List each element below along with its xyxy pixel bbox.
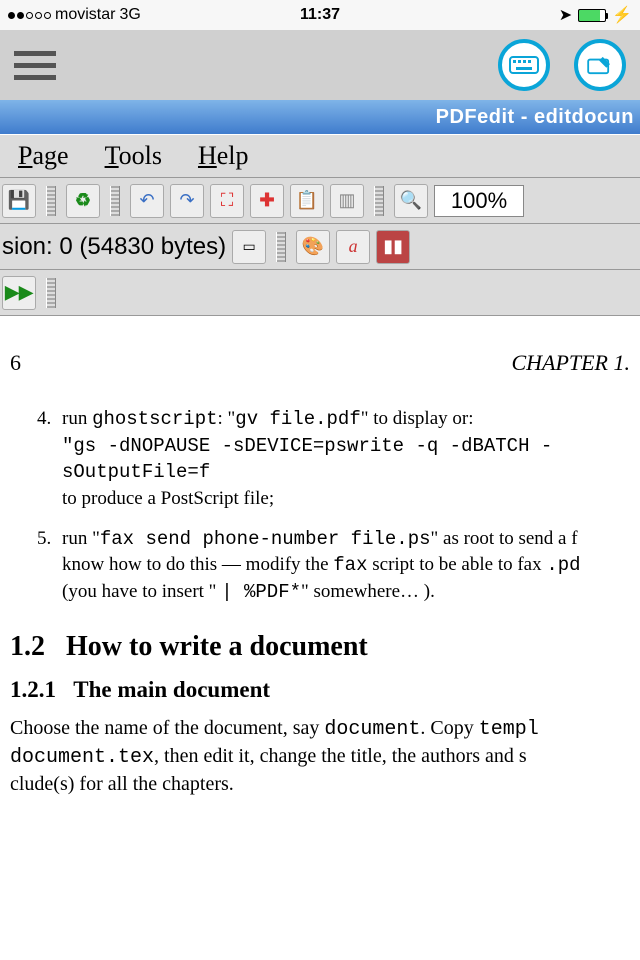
charging-icon: ⚡ [612,5,632,25]
toolbar-grip [110,186,120,216]
zoom-field[interactable]: 100% [434,185,524,217]
status-right: ➤ ⚡ [340,5,632,25]
paragraph: Choose the name of the document, say doc… [6,715,634,798]
toolbar-main: 💾 ♻ ↶ ↷ ⛶ ✚ 📋 ▥ 🔍 100% [0,178,640,224]
signal-icon [8,12,51,19]
redo-icon[interactable]: ↷ [170,184,204,218]
revision-label: sion: 0 (54830 bytes) [2,233,226,261]
subsection-heading: 1.2.1 The main document [10,677,634,703]
add-icon[interactable]: ✚ [250,184,284,218]
ios-status-bar: movistar 3G 11:37 ➤ ⚡ [0,0,640,30]
palette-icon[interactable]: 🎨 [296,230,330,264]
section-heading: 1.2 How to write a document [10,631,634,663]
list-item: run "fax send phone-number file.ps" as r… [56,526,634,606]
menu-page[interactable]: Page [18,141,69,171]
network-label: 3G [119,6,140,24]
keyboard-icon [509,55,539,75]
ios-toolbar [0,30,640,100]
toolbar-info: sion: 0 (54830 bytes) ▭ 🎨 a ▮▮ [0,224,640,270]
location-icon: ➤ [559,5,572,25]
reload-icon[interactable]: ♻ [66,184,100,218]
toolbar-nav: ▶▶ [0,270,640,316]
page-icon[interactable]: ▥ [330,184,364,218]
page-number: 6 [10,350,21,376]
menu-help[interactable]: Help [198,141,249,171]
edit-icon [585,55,615,75]
doc-list: run ghostscript: "gv file.pdf" to displa… [6,406,634,605]
status-left: movistar 3G [8,6,300,24]
document-page: 6 CHAPTER 1. run ghostscript: "gv file.p… [0,316,640,798]
undo-icon[interactable]: ↶ [130,184,164,218]
menu-tools[interactable]: Tools [105,141,162,171]
edit-button[interactable] [574,39,626,91]
menubar: Page Tools Help [0,134,640,178]
font-icon[interactable]: a [336,230,370,264]
window-title: PDFedit - editdocun [0,100,640,134]
collapse-icon[interactable]: ▭ [232,230,266,264]
list-item: run ghostscript: "gv file.pdf" to displa… [56,406,634,512]
keyboard-button[interactable] [498,39,550,91]
forward-icon[interactable]: ▶▶ [2,276,36,310]
fullscreen-icon[interactable]: ⛶ [210,184,244,218]
battery-icon [578,9,606,22]
carrier-label: movistar [55,6,115,24]
toolbar-grip [46,186,56,216]
toolbar-grip [46,278,56,308]
hamburger-icon[interactable] [14,51,56,80]
zoom-icon[interactable]: 🔍 [394,184,428,218]
save-icon[interactable]: 💾 [2,184,36,218]
column-icon[interactable]: ▮▮ [376,230,410,264]
clock: 11:37 [300,6,340,24]
toolbar-grip [276,232,286,262]
toolbar-grip [374,186,384,216]
paste-icon[interactable]: 📋 [290,184,324,218]
chapter-label: CHAPTER 1. [511,350,630,376]
